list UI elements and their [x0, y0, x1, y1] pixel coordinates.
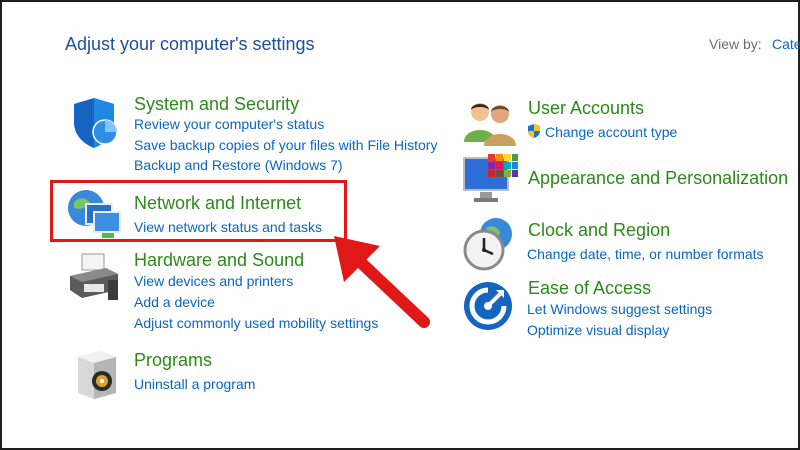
category-title-programs[interactable]: Programs: [134, 350, 212, 371]
link-change-date-time[interactable]: Change date, time, or number formats: [527, 246, 764, 262]
link-add-device[interactable]: Add a device: [134, 294, 215, 310]
link-windows-suggest[interactable]: Let Windows suggest settings: [527, 301, 712, 317]
category-title-user-accounts[interactable]: User Accounts: [528, 98, 644, 119]
view-by-dropdown[interactable]: Cate: [772, 36, 800, 52]
link-uninstall-program[interactable]: Uninstall a program: [134, 376, 255, 392]
shield-icon[interactable]: [68, 94, 124, 150]
red-arrow-annotation: [334, 236, 430, 328]
link-file-history[interactable]: Save backup copies of your files with Fi…: [134, 137, 437, 153]
highlight-box: [50, 180, 347, 242]
page-title: Adjust your computer's settings: [65, 34, 315, 54]
ease-of-access-icon[interactable]: [462, 280, 518, 336]
link-change-account-type[interactable]: Change account type: [545, 124, 677, 140]
programs-box-icon[interactable]: [70, 345, 126, 401]
uac-shield-icon: [528, 124, 540, 138]
category-title-ease-of-access[interactable]: Ease of Access: [528, 278, 651, 299]
monitor-palette-icon[interactable]: [462, 152, 518, 208]
link-review-status[interactable]: Review your computer's status: [134, 116, 324, 132]
users-icon[interactable]: [462, 96, 518, 152]
link-backup-restore[interactable]: Backup and Restore (Windows 7): [134, 157, 343, 173]
category-title-appearance[interactable]: Appearance and Personalization: [528, 168, 788, 189]
link-optimize-display[interactable]: Optimize visual display: [527, 322, 669, 338]
category-title-hardware-sound[interactable]: Hardware and Sound: [134, 250, 304, 271]
link-devices-printers[interactable]: View devices and printers: [134, 273, 293, 289]
category-title-clock-region[interactable]: Clock and Region: [528, 220, 670, 241]
printer-icon[interactable]: [66, 250, 122, 306]
view-by-label: View by:: [709, 36, 762, 52]
category-title-system-security[interactable]: System and Security: [134, 94, 299, 115]
clock-globe-icon[interactable]: [462, 216, 518, 272]
